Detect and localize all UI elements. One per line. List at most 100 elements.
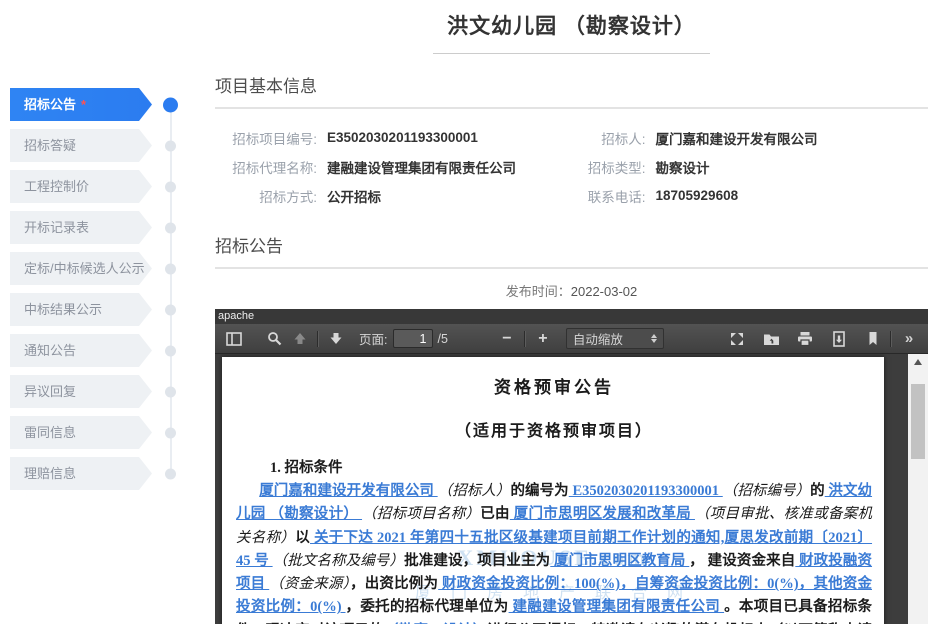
page-down-button[interactable] [323,328,349,350]
zoom-in-button[interactable]: + [530,328,556,350]
info-field-value: 建融建设管理集团有限责任公司 [327,157,516,177]
sidebar-row: 中标结果公示 [10,293,200,326]
sidebar-item-link[interactable]: 定标/中标候选人公示 [10,252,152,285]
info-column-left: 招标项目编号:E3502030201193300001招标代理名称:建融建设管理… [215,123,572,210]
zoom-level-select[interactable]: 自动缩放 [566,328,664,349]
page-header: 洪文幼儿园 （勘察设计） [215,0,928,50]
select-spinner-icon [651,334,657,343]
sidebar-row: 雷同信息 [10,416,200,449]
required-asterisk: * [81,97,86,112]
sidebar-item-active[interactable]: 招标公告 * [10,88,152,121]
scrollbar-thumb[interactable] [911,384,925,459]
sidebar-item-link[interactable]: 中标结果公示 [10,293,152,326]
more-tools-icon: » [905,330,913,347]
sidebar-row: 通知公告 [10,334,200,367]
pdf-page: XMHOUSE.com 厦 门 房 地 产 联 合 网 资格预审公告 （适用于资… [222,357,884,624]
info-field-value: 18705929608 [656,188,739,203]
info-field-label: 招标方式: [215,186,327,206]
document-text: 已由 [480,506,510,522]
sidebar-row: 招标公告 * [10,88,200,121]
pdf-content-area[interactable]: XMHOUSE.com 厦 门 房 地 产 联 合 网 资格预审公告 （适用于资… [215,354,928,624]
download-icon [831,331,847,347]
open-file-button[interactable] [758,328,784,350]
info-field-row: 联系电话:18705929608 [572,181,929,210]
page-down-icon [328,331,344,346]
timeline-dot [165,468,176,479]
pdf-viewer: apache [215,309,928,624]
section-project-info: 项目基本信息 招标项目编号:E3502030201193300001招标代理名称… [215,72,928,214]
timeline-dot [165,181,176,192]
page-up-button[interactable] [287,328,313,350]
sidebar-item-label: 招标公告 [24,97,76,112]
document-link[interactable]: 厦门嘉和建设开发有限公司 [259,483,437,499]
sidebar-item-label: 雷同信息 [24,425,76,440]
sidebar-item-link[interactable]: 理赔信息 [10,457,152,490]
info-field-row: 招标项目编号:E3502030201193300001 [215,123,572,152]
document-link[interactable]: 建融建设管理集团有限责任公司 [509,599,724,615]
download-button[interactable] [826,328,852,350]
sidebar-item-link[interactable]: 通知公告 [10,334,152,367]
zoom-out-button[interactable]: − [494,328,520,350]
info-field-label: 招标代理名称: [215,157,327,177]
pdf-scrollbar[interactable] [908,354,928,624]
search-icon [267,331,282,346]
print-icon [797,331,813,346]
document-title: 资格预审公告 [236,373,872,398]
sidebar-row: 开标记录表 [10,211,200,244]
section-announcement: 招标公告 发布时间：2022-03-02 apache [215,232,928,624]
sidebar-item-link[interactable]: 开标记录表 [10,211,152,244]
page-title: 洪文幼儿园 （勘察设计） [433,10,710,54]
timeline-dot [165,386,176,397]
document-text: ，委托的招标代理单位为 [346,599,509,615]
sidebar-toggle-button[interactable] [221,328,247,350]
publish-time-label: 发布时间： [506,284,571,299]
bookmark-button[interactable] [860,328,886,350]
sidebar-item-link[interactable]: 工程控制价 [10,170,152,203]
section-title-project-info: 项目基本信息 [215,72,928,97]
document-text: ，出资比例为 [350,576,438,592]
search-button[interactable] [261,328,287,350]
page-number-input[interactable] [393,329,433,348]
sidebar-item-link[interactable]: 异议回复 [10,375,152,408]
sidebar-row: 工程控制价 [10,170,200,203]
document-text: 以 [295,530,310,546]
more-tools-button[interactable]: » [896,328,922,350]
info-field-label: 招标项目编号: [215,128,327,148]
info-field-row: 招标方式:公开招标 [215,181,572,210]
timeline-dot [165,427,176,438]
document-text: （招标项目名称） [362,506,480,522]
bookmark-icon [865,331,881,346]
section-title-announcement: 招标公告 [215,232,928,257]
document-link[interactable]: E3502030201193300001 [569,483,723,499]
info-field-row: 招标人:厦门嘉和建设开发有限公司 [572,123,929,152]
document-text: 的编号为 [510,483,568,499]
document-link[interactable]: 厦门市思明区发展和改革局 [510,506,695,522]
presentation-mode-icon [729,331,745,347]
document-text: （招标人） [438,483,511,499]
sidebar-item-label: 工程控制价 [24,179,89,194]
scroll-up-icon [914,359,922,365]
info-field-value: 勘察设计 [656,157,710,177]
sidebar-item-link[interactable]: 雷同信息 [10,416,152,449]
document-text: （批文名称及编号） [273,553,405,569]
info-field-row: 招标类型:勘察设计 [572,152,929,181]
sidebar-row: 定标/中标候选人公示 [10,252,200,285]
info-field-label: 招标类型: [572,157,656,177]
document-link[interactable]: 厦门市思明区教育局 [550,553,689,569]
timeline-dot [165,345,176,356]
sidebar-list: 招标公告 * 招标答疑工程控制价开标记录表定标/中标候选人公示中标结果公示通知公告异… [0,88,215,490]
document-subtitle: （适用于资格预审项目） [236,417,872,441]
timeline-dot [165,263,176,274]
zoom-level-value: 自动缩放 [573,329,623,348]
sidebar-toggle-icon [226,332,242,346]
print-button[interactable] [792,328,818,350]
page-number-label: 页面: [359,329,387,348]
project-info-grid: 招标项目编号:E3502030201193300001招标代理名称:建融建设管理… [215,109,928,214]
sidebar-item-link[interactable]: 招标答疑 [10,129,152,162]
scrollbar-up-button[interactable] [908,354,928,370]
document-text: 的 [810,483,825,499]
info-field-value: E3502030201193300001 [327,130,478,145]
document-text: （招标编号） [723,483,810,499]
presentation-mode-button[interactable] [724,328,750,350]
main-content: 项目基本信息 招标项目编号:E3502030201193300001招标代理名称… [215,50,944,624]
